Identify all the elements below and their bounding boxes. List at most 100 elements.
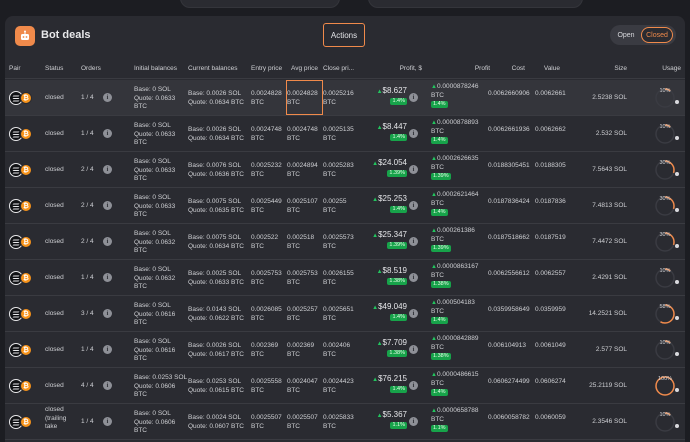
profit-info-icon[interactable]: i bbox=[409, 417, 418, 426]
profit-info-icon[interactable]: i bbox=[409, 129, 418, 138]
initial-balances: Base: 0 SOL Quote: 0.0616 BTC bbox=[134, 338, 175, 364]
table-row[interactable]: ₿ closed 1 / 4 i Base: 0 SOL Quote: 0.06… bbox=[5, 80, 685, 116]
btc-icon: ₿ bbox=[20, 272, 32, 284]
profit-cell: ▲0.0000658788 BTC 1.1% bbox=[431, 407, 479, 433]
actions-button[interactable]: Actions bbox=[323, 23, 365, 47]
usage-percent: 30% bbox=[659, 196, 671, 202]
profit-usd: $76.215 bbox=[378, 374, 407, 383]
entry-value: 0.0024828 bbox=[251, 90, 282, 97]
profit-percent-badge: 1.4% bbox=[431, 317, 448, 324]
avg-value: 0.0025507 bbox=[287, 414, 318, 421]
open-closed-toggle[interactable]: Open Closed bbox=[610, 25, 676, 45]
profit-info-icon[interactable]: i bbox=[409, 201, 418, 210]
initial-unit: BTC bbox=[134, 175, 147, 182]
table-row[interactable]: ₿ closed 1 / 4 i Base: 0 SOL Quote: 0.06… bbox=[5, 332, 685, 368]
orders-count: 2 / 4 bbox=[81, 238, 94, 245]
value-value: 0.0062557 bbox=[535, 270, 566, 277]
initial-quote: Quote: 0.0616 bbox=[134, 346, 176, 354]
pair-icons: ₿ bbox=[9, 235, 41, 249]
current-base: Base: 0.0075 SOL bbox=[188, 198, 242, 205]
profit-unit: BTC bbox=[431, 91, 444, 99]
col-profit-usd[interactable]: Profit, $ bbox=[380, 65, 422, 72]
table-row[interactable]: ₿ closed 3 / 4 i Base: 0 SOL Quote: 0.06… bbox=[5, 296, 685, 332]
orders-info-icon[interactable]: i bbox=[103, 381, 112, 390]
table-row[interactable]: ₿ closed 1 / 4 i Base: 0 SOL Quote: 0.06… bbox=[5, 260, 685, 296]
profit-info-icon[interactable]: i bbox=[409, 345, 418, 354]
profit-unit: BTC bbox=[431, 163, 444, 171]
status-cell: closed bbox=[45, 166, 64, 175]
status-text: closed bbox=[45, 130, 64, 137]
col-profit[interactable]: Profit bbox=[450, 65, 490, 72]
profit-usd-cell: ▲$8.519 1.38% bbox=[365, 266, 407, 285]
orders-info-icon[interactable]: i bbox=[103, 345, 112, 354]
profit-info-icon[interactable]: i bbox=[409, 381, 418, 390]
entry-price: 0.0025558 BTC bbox=[251, 378, 282, 395]
col-initial-balances[interactable]: Initial balances bbox=[134, 65, 177, 72]
col-current-balances[interactable]: Current balances bbox=[188, 65, 238, 72]
col-size[interactable]: Size bbox=[595, 65, 627, 72]
profit-info-icon[interactable]: i bbox=[409, 165, 418, 174]
status-text: closed bbox=[45, 202, 64, 209]
col-orders[interactable]: Orders bbox=[81, 65, 101, 72]
initial-unit: BTC bbox=[134, 391, 147, 398]
current-base: Base: 0.0076 SOL bbox=[188, 162, 242, 169]
initial-balances: Base: 0 SOL Quote: 0.0632 BTC bbox=[134, 230, 175, 256]
value-value: 0.0187519 bbox=[535, 234, 566, 241]
orders-info-icon[interactable]: i bbox=[103, 165, 112, 174]
avg-price: 0.0025507 BTC bbox=[287, 414, 318, 431]
profit-cell: ▲0.0002626635 BTC 1.39% bbox=[431, 155, 479, 181]
initial-quote: Quote: 0.0616 bbox=[134, 310, 176, 318]
initial-unit: BTC bbox=[134, 211, 147, 218]
status-cell: closed bbox=[45, 94, 64, 103]
profit-percent-badge: 1.4% bbox=[390, 313, 407, 321]
col-usage[interactable]: Usage bbox=[650, 65, 681, 72]
table-row[interactable]: ₿ closed 2 / 4 i Base: 0 SOL Quote: 0.06… bbox=[5, 224, 685, 260]
col-avg-price[interactable]: Avg price bbox=[291, 65, 318, 72]
orders-info-icon[interactable]: i bbox=[103, 309, 112, 318]
orders-info-icon[interactable]: i bbox=[103, 237, 112, 246]
top-tab-left[interactable] bbox=[180, 0, 340, 8]
pair-icons: ₿ bbox=[9, 91, 41, 105]
status-text: closed bbox=[45, 166, 64, 173]
orders-info-icon[interactable]: i bbox=[103, 129, 112, 138]
current-base: Base: 0.0025 SOL bbox=[188, 270, 242, 277]
pair-icons: ₿ bbox=[9, 307, 41, 321]
orders-info-icon[interactable]: i bbox=[103, 417, 112, 426]
bot-icon bbox=[15, 26, 35, 46]
btc-icon: ₿ bbox=[20, 92, 32, 104]
col-status[interactable]: Status bbox=[45, 65, 63, 72]
orders-info-icon[interactable]: i bbox=[103, 93, 112, 102]
col-close-price[interactable]: Close pri... bbox=[323, 65, 354, 72]
orders-info-icon[interactable]: i bbox=[103, 201, 112, 210]
entry-price: 0.0025232 BTC bbox=[251, 162, 282, 179]
value-value: 0.0187836 bbox=[535, 198, 566, 205]
profit-percent-badge: 1.38% bbox=[387, 277, 407, 285]
profit-info-icon[interactable]: i bbox=[409, 309, 418, 318]
profit-info-icon[interactable]: i bbox=[409, 237, 418, 246]
profit-info-icon[interactable]: i bbox=[409, 93, 418, 102]
col-cost[interactable]: Cost bbox=[495, 65, 525, 72]
col-value[interactable]: Value bbox=[530, 65, 560, 72]
table-row[interactable]: ₿ closed 4 / 4 i Base: 0.0253 SOL Quote:… bbox=[5, 368, 685, 404]
cost-value: 0.0187836424 bbox=[488, 198, 530, 205]
top-tab-right[interactable] bbox=[368, 0, 583, 8]
initial-unit: BTC bbox=[134, 103, 147, 110]
col-entry-price[interactable]: Entry price bbox=[251, 65, 282, 72]
toggle-open[interactable]: Open bbox=[613, 27, 639, 43]
initial-quote: Quote: 0.0633 bbox=[134, 202, 176, 210]
panel-header: Bot deals Actions Open Closed bbox=[5, 16, 685, 56]
orders-count: 1 / 4 bbox=[81, 418, 94, 425]
status-text: closed bbox=[45, 238, 64, 245]
profit-info-icon[interactable]: i bbox=[409, 273, 418, 282]
toggle-closed[interactable]: Closed bbox=[641, 27, 673, 43]
table-row[interactable]: ₿ closed 2 / 4 i Base: 0 SOL Quote: 0.06… bbox=[5, 188, 685, 224]
table-row[interactable]: ₿ closed 2 / 4 i Base: 0 SOL Quote: 0.06… bbox=[5, 152, 685, 188]
orders-info-icon[interactable]: i bbox=[103, 273, 112, 282]
profit-usd: $8.519 bbox=[382, 266, 407, 275]
usage-percent: 10% bbox=[659, 340, 671, 346]
initial-base: Base: 0 SOL bbox=[134, 410, 171, 417]
profit-percent-badge: 1.38% bbox=[431, 353, 451, 360]
col-pair[interactable]: Pair bbox=[9, 65, 21, 72]
table-row[interactable]: ₿ closed 1 / 4 i Base: 0 SOL Quote: 0.06… bbox=[5, 116, 685, 152]
table-row[interactable]: ₿ closed (trailing take 1 / 4 i Base: 0 … bbox=[5, 404, 685, 440]
